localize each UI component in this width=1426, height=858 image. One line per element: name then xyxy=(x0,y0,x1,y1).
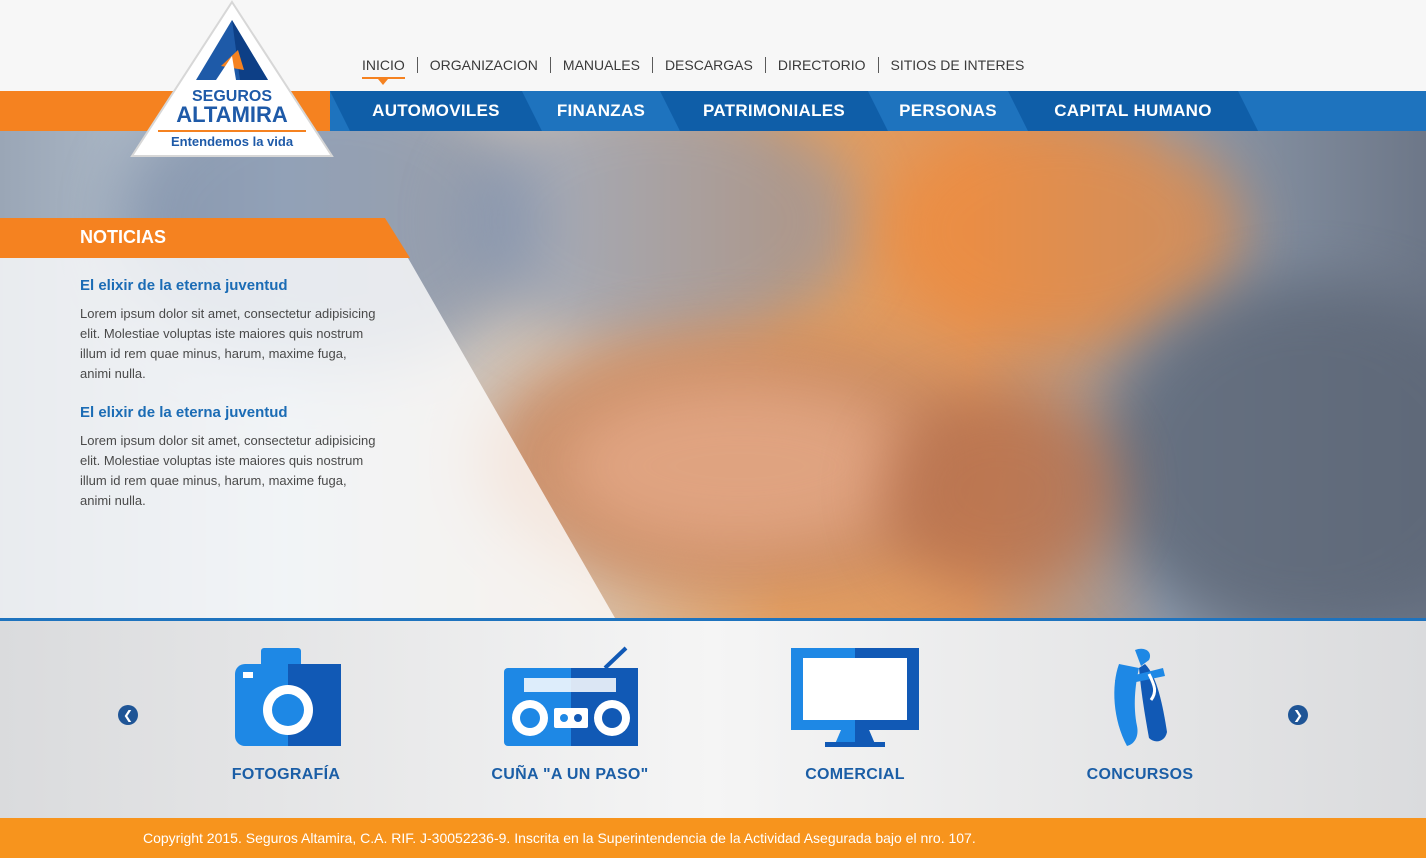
company-logo[interactable]: SEGUROS ALTAMIRA Entendemos la vida xyxy=(130,0,335,160)
news-tab xyxy=(0,218,410,258)
news-item: El elixir de la eterna juventud Lorem ip… xyxy=(80,404,380,511)
carousel-item-label: CUÑA "A UN PASO" xyxy=(491,766,649,783)
top-nav-organizacion[interactable]: ORGANIZACION xyxy=(416,57,550,73)
camera-icon xyxy=(235,648,341,746)
logo-tagline: Entendemos la vida xyxy=(171,134,294,149)
news-item-title[interactable]: El elixir de la eterna juventud xyxy=(80,404,380,421)
carousel-item-label: FOTOGRAFÍA xyxy=(231,766,341,783)
top-nav-manuales[interactable]: MANUALES xyxy=(549,57,652,73)
news-item: El elixir de la eterna juventud Lorem ip… xyxy=(80,277,380,384)
main-nav-capital-humano-label: CAPITAL HUMANO xyxy=(1054,101,1212,120)
hero-banner: NOTICIAS El elixir de la eterna juventud… xyxy=(0,131,1426,618)
carousel-item-fotografia[interactable]: FOTOGRAFÍA xyxy=(176,646,396,784)
main-nav-capital-humano[interactable]: CAPITAL HUMANO xyxy=(1008,91,1258,131)
main-nav: AUTOMOVILES FINANZAS PATRIMONIALES PERSO… xyxy=(330,91,1426,131)
footer-copyright: Copyright 2015. Seguros Altamira, C.A. R… xyxy=(143,830,976,846)
news-item-body: Lorem ipsum dolor sit amet, consectetur … xyxy=(80,306,376,381)
main-nav-finanzas[interactable]: FINANZAS xyxy=(522,91,680,131)
top-nav-directorio[interactable]: DIRECTORIO xyxy=(764,57,878,73)
carousel-item-label: COMERCIAL xyxy=(805,766,905,783)
top-nav-inicio[interactable]: INICIO xyxy=(350,57,417,85)
top-nav-sitios-de-interes[interactable]: SITIOS DE INTERES xyxy=(877,57,1037,73)
main-nav-personas[interactable]: PERSONAS xyxy=(868,91,1028,131)
logo-text-line2: ALTAMIRA xyxy=(176,102,288,127)
main-nav-automoviles[interactable]: AUTOMOVILES xyxy=(330,91,542,131)
news-item-title[interactable]: El elixir de la eterna juventud xyxy=(80,277,380,294)
chevron-right-icon[interactable]: ❯ xyxy=(1288,705,1308,725)
carousel-item-comercial[interactable]: COMERCIAL xyxy=(745,646,965,784)
main-nav-finanzas-label: FINANZAS xyxy=(556,101,646,120)
carousel-item-concursos[interactable]: CONCURSOS xyxy=(1030,646,1250,784)
radio-icon xyxy=(504,646,638,746)
ballet-shoes-icon xyxy=(1114,648,1167,746)
main-nav-automoviles-label: AUTOMOVILES xyxy=(372,101,500,120)
chevron-left-icon[interactable]: ❮ xyxy=(118,705,138,725)
carousel-item-cuna[interactable]: CUÑA "A UN PASO" xyxy=(460,646,680,784)
top-nav: INICIO ORGANIZACION MANUALES DESCARGAS D… xyxy=(350,57,1037,85)
top-nav-descargas[interactable]: DESCARGAS xyxy=(651,57,765,73)
news-heading: NOTICIAS xyxy=(80,227,167,247)
main-nav-patrimoniales-label: PATRIMONIALES xyxy=(702,101,846,120)
main-nav-personas-label: PERSONAS xyxy=(899,101,997,120)
carousel-item-label: CONCURSOS xyxy=(1086,766,1194,783)
news-item-body: Lorem ipsum dolor sit amet, consectetur … xyxy=(80,433,376,508)
footer: Copyright 2015. Seguros Altamira, C.A. R… xyxy=(0,818,1426,858)
main-nav-patrimoniales[interactable]: PATRIMONIALES xyxy=(660,91,888,131)
monitor-icon xyxy=(791,648,919,747)
media-carousel: ❮ ❯ FOTOGRAFÍA CUÑA "A UN PASO" COMERCIA… xyxy=(0,618,1426,818)
